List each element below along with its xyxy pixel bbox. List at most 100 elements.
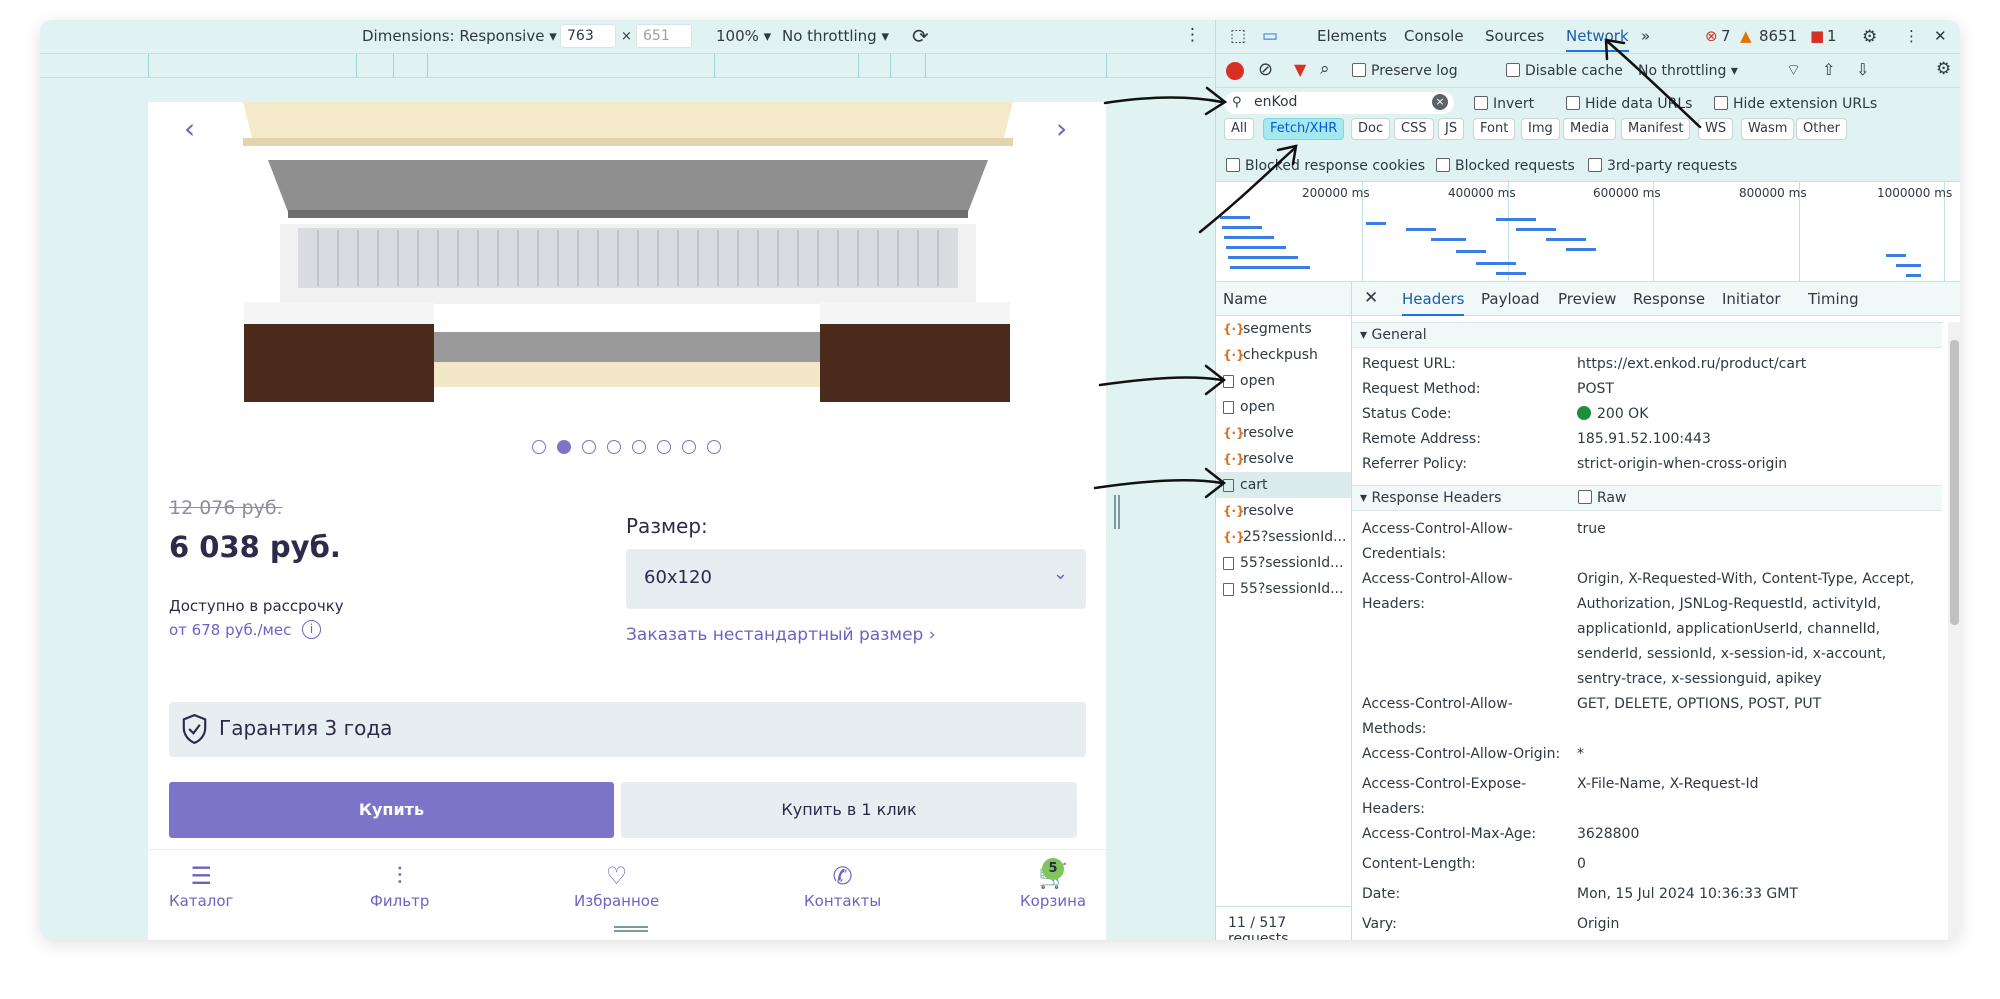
request-row[interactable]: 55?sessionId... (1216, 550, 1351, 576)
nav-filter[interactable]: ⫶ Фильтр (370, 860, 429, 910)
more-options-icon[interactable]: ⋮ (1184, 25, 1201, 45)
chip-all[interactable]: All (1224, 118, 1255, 140)
preserve-log-checkbox[interactable]: Preserve log (1352, 63, 1458, 79)
request-row[interactable]: {·} resolve (1216, 446, 1351, 472)
raw-checkbox[interactable]: Raw (1578, 490, 1626, 506)
chip-doc[interactable]: Doc (1351, 118, 1391, 140)
chip-fetch-xhr[interactable]: Fetch/XHR (1263, 118, 1345, 140)
tab-preview[interactable]: Preview (1558, 290, 1616, 308)
tab-network[interactable]: Network (1566, 27, 1629, 52)
zoom-dropdown[interactable]: 100% ▾ (716, 27, 771, 45)
network-conditions-icon[interactable]: ⌔ (1786, 60, 1801, 80)
carousel-next-arrow[interactable]: › (1056, 112, 1067, 145)
upload-icon[interactable]: ⇧ (1822, 60, 1835, 79)
tab-initiator[interactable]: Initiator (1722, 290, 1781, 308)
chip-js[interactable]: JS (1438, 118, 1465, 140)
network-overview-timeline[interactable]: 200000 ms 400000 ms 600000 ms 800000 ms … (1216, 182, 1960, 282)
buy-button[interactable]: Купить (169, 782, 614, 838)
carousel-dot[interactable] (657, 440, 671, 454)
carousel-dot[interactable] (632, 440, 646, 454)
settings-gear-icon[interactable]: ⚙ (1862, 27, 1877, 47)
more-tabs-icon[interactable]: » (1641, 27, 1650, 45)
custom-size-link[interactable]: Заказать нестандартный размер › (626, 625, 936, 645)
nav-cart[interactable]: 🛒 5 Корзина (1020, 858, 1086, 910)
request-row[interactable]: {·} resolve (1216, 420, 1351, 446)
blocked-cookies-checkbox[interactable]: Blocked response cookies (1226, 158, 1425, 174)
viewport-resize-handle[interactable] (1114, 495, 1120, 529)
error-count[interactable]: 7 (1721, 27, 1731, 45)
disable-cache-checkbox[interactable]: Disable cache (1506, 63, 1623, 79)
chip-ws[interactable]: WS (1698, 118, 1734, 140)
product-image[interactable]: ‹ › (148, 102, 1106, 404)
size-select[interactable]: 60x120 ⌄ (626, 549, 1086, 609)
inspect-element-icon[interactable]: ⬚ (1230, 26, 1246, 46)
request-row[interactable]: {·} segments (1216, 316, 1351, 342)
tab-sources[interactable]: Sources (1485, 27, 1544, 45)
close-devtools-icon[interactable]: ✕ (1934, 27, 1947, 45)
chip-other[interactable]: Other (1796, 118, 1847, 140)
chip-img[interactable]: Img (1521, 118, 1560, 140)
nav-catalog[interactable]: ☰ Каталог (169, 860, 233, 910)
nav-contacts[interactable]: ✆ Контакты (804, 860, 881, 910)
nav-favorites[interactable]: ♡ Избранное (574, 860, 659, 910)
carousel-dot-active[interactable] (557, 440, 571, 454)
search-icon[interactable]: ⌕ (1320, 59, 1330, 79)
carousel-dot[interactable] (607, 440, 621, 454)
request-row[interactable]: {·} resolve (1216, 498, 1351, 524)
third-party-checkbox[interactable]: 3rd-party requests (1588, 158, 1737, 174)
devtools-menu-icon[interactable]: ⋮ (1904, 27, 1919, 45)
chip-wasm[interactable]: Wasm (1741, 118, 1795, 140)
info-icon[interactable]: i (302, 620, 321, 639)
carousel-dot[interactable] (532, 440, 546, 454)
record-stop-icon[interactable] (1226, 62, 1244, 80)
issues-count[interactable]: 1 (1827, 27, 1837, 45)
viewport-bottom-handle[interactable] (614, 926, 648, 932)
chip-font[interactable]: Font (1473, 118, 1516, 140)
hide-data-urls-checkbox[interactable]: Hide data URLs (1566, 96, 1692, 112)
invert-checkbox[interactable]: Invert (1474, 96, 1534, 112)
detail-scrollbar[interactable] (1948, 322, 1960, 940)
close-detail-icon[interactable]: ✕ (1364, 288, 1378, 308)
tab-response[interactable]: Response (1633, 290, 1705, 308)
tab-headers[interactable]: Headers (1402, 290, 1465, 316)
carousel-dot[interactable] (707, 440, 721, 454)
network-settings-gear-icon[interactable]: ⚙ (1936, 59, 1951, 79)
filter-input[interactable]: ⚲ enKod × (1224, 92, 1454, 114)
throttling-dropdown[interactable]: No throttling ▾ (782, 27, 889, 45)
hide-extension-urls-checkbox[interactable]: Hide extension URLs (1714, 96, 1877, 112)
carousel-dot[interactable] (582, 440, 596, 454)
tab-console[interactable]: Console (1404, 27, 1464, 45)
filter-funnel-icon[interactable]: ▼ (1294, 60, 1306, 79)
request-row[interactable]: 55?sessionId... (1216, 576, 1351, 602)
clear-icon[interactable]: ⊘ (1258, 59, 1273, 80)
warning-count[interactable]: 8651 (1759, 27, 1797, 45)
chip-css[interactable]: CSS (1394, 118, 1434, 140)
scrollbar-thumb[interactable] (1950, 340, 1959, 625)
clear-filter-icon[interactable]: × (1432, 94, 1448, 110)
blocked-requests-checkbox[interactable]: Blocked requests (1436, 158, 1575, 174)
device-toggle-icon[interactable]: ▭ (1262, 26, 1278, 46)
response-headers-section-header[interactable]: ▾ Response Headers Raw (1352, 485, 1942, 511)
buy-one-click-button[interactable]: Купить в 1 клик (621, 782, 1077, 838)
rotate-icon[interactable]: ⟳ (912, 24, 929, 48)
carousel-dot[interactable] (682, 440, 696, 454)
name-column-header[interactable]: Name (1216, 282, 1351, 316)
download-icon[interactable]: ⇩ (1856, 60, 1869, 79)
network-throttling-select[interactable]: No throttling ▾ (1638, 63, 1738, 79)
height-input[interactable]: 651 (636, 24, 692, 48)
request-row[interactable]: {·} 25?sessionId... (1216, 524, 1351, 550)
request-row[interactable]: open (1216, 394, 1351, 420)
width-input[interactable]: 763 (560, 24, 616, 48)
chip-manifest[interactable]: Manifest (1621, 118, 1691, 140)
dimensions-dropdown[interactable]: Dimensions: Responsive ▾ (362, 27, 557, 45)
chip-media[interactable]: Media (1563, 118, 1617, 140)
tab-elements[interactable]: Elements (1317, 27, 1387, 45)
request-row-selected[interactable]: cart (1216, 472, 1351, 498)
request-row[interactable]: {·} checkpush (1216, 342, 1351, 368)
request-row[interactable]: open (1216, 368, 1351, 394)
carousel-prev-arrow[interactable]: ‹ (184, 112, 195, 145)
tab-timing[interactable]: Timing (1808, 290, 1859, 308)
header-key: Status Code: (1362, 406, 1452, 422)
tab-payload[interactable]: Payload (1481, 290, 1540, 308)
general-section-header[interactable]: ▾ General (1352, 322, 1942, 348)
